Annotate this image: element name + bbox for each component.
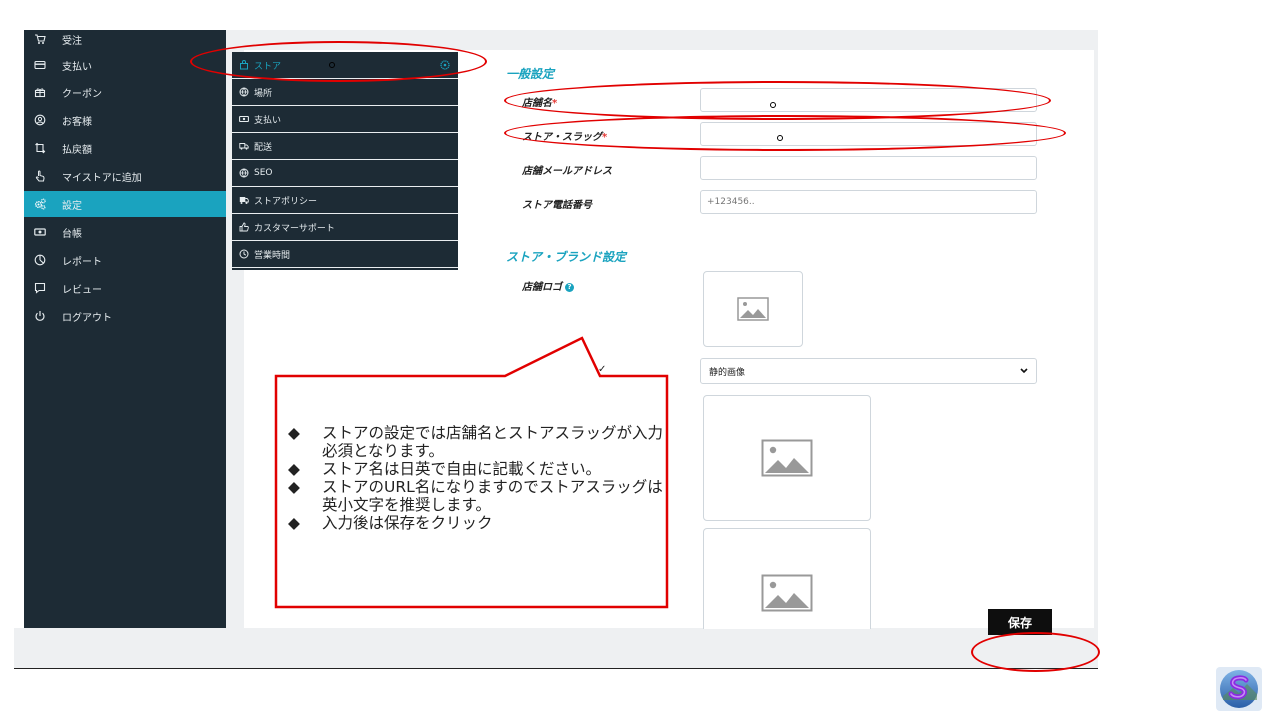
callout-bullet: ◆ ストアのURL名になりますのでストアスラッグは英小文字を推奨します。 xyxy=(288,478,668,514)
callout-bullet: ◆ 入力後は保存をクリック xyxy=(288,514,668,532)
cut-off-label-fragment: ✓ xyxy=(598,364,607,375)
callout-bullet: ◆ ストア名は日英で自由に記載ください。 xyxy=(288,460,668,478)
callout-line: ストアのURL名になりますのでストアスラッグは英小文字を推奨します。 xyxy=(322,478,663,514)
bullet-mark: ◆ xyxy=(288,424,300,442)
callout-text: ◆ ストアの設定では店舗名とストアスラッグが入力必須となります。 ◆ ストア名は日英… xyxy=(288,424,668,532)
callout-line: 入力後は保存をクリック xyxy=(322,514,493,532)
callout-line: ストア名は日英で自由に記載ください。 xyxy=(322,460,602,478)
callout-line: ストアの設定では店舗名とストアスラッグが入力必須となります。 xyxy=(322,424,664,460)
s-logo-icon xyxy=(1216,667,1262,711)
bullet-mark: ◆ xyxy=(288,478,300,496)
callout-bullet: ◆ ストアの設定では店舗名とストアスラッグが入力必須となります。 xyxy=(288,424,668,460)
bullet-mark: ◆ xyxy=(288,460,300,478)
bullet-mark: ◆ xyxy=(288,514,300,532)
annotation-callout-box xyxy=(274,336,669,609)
